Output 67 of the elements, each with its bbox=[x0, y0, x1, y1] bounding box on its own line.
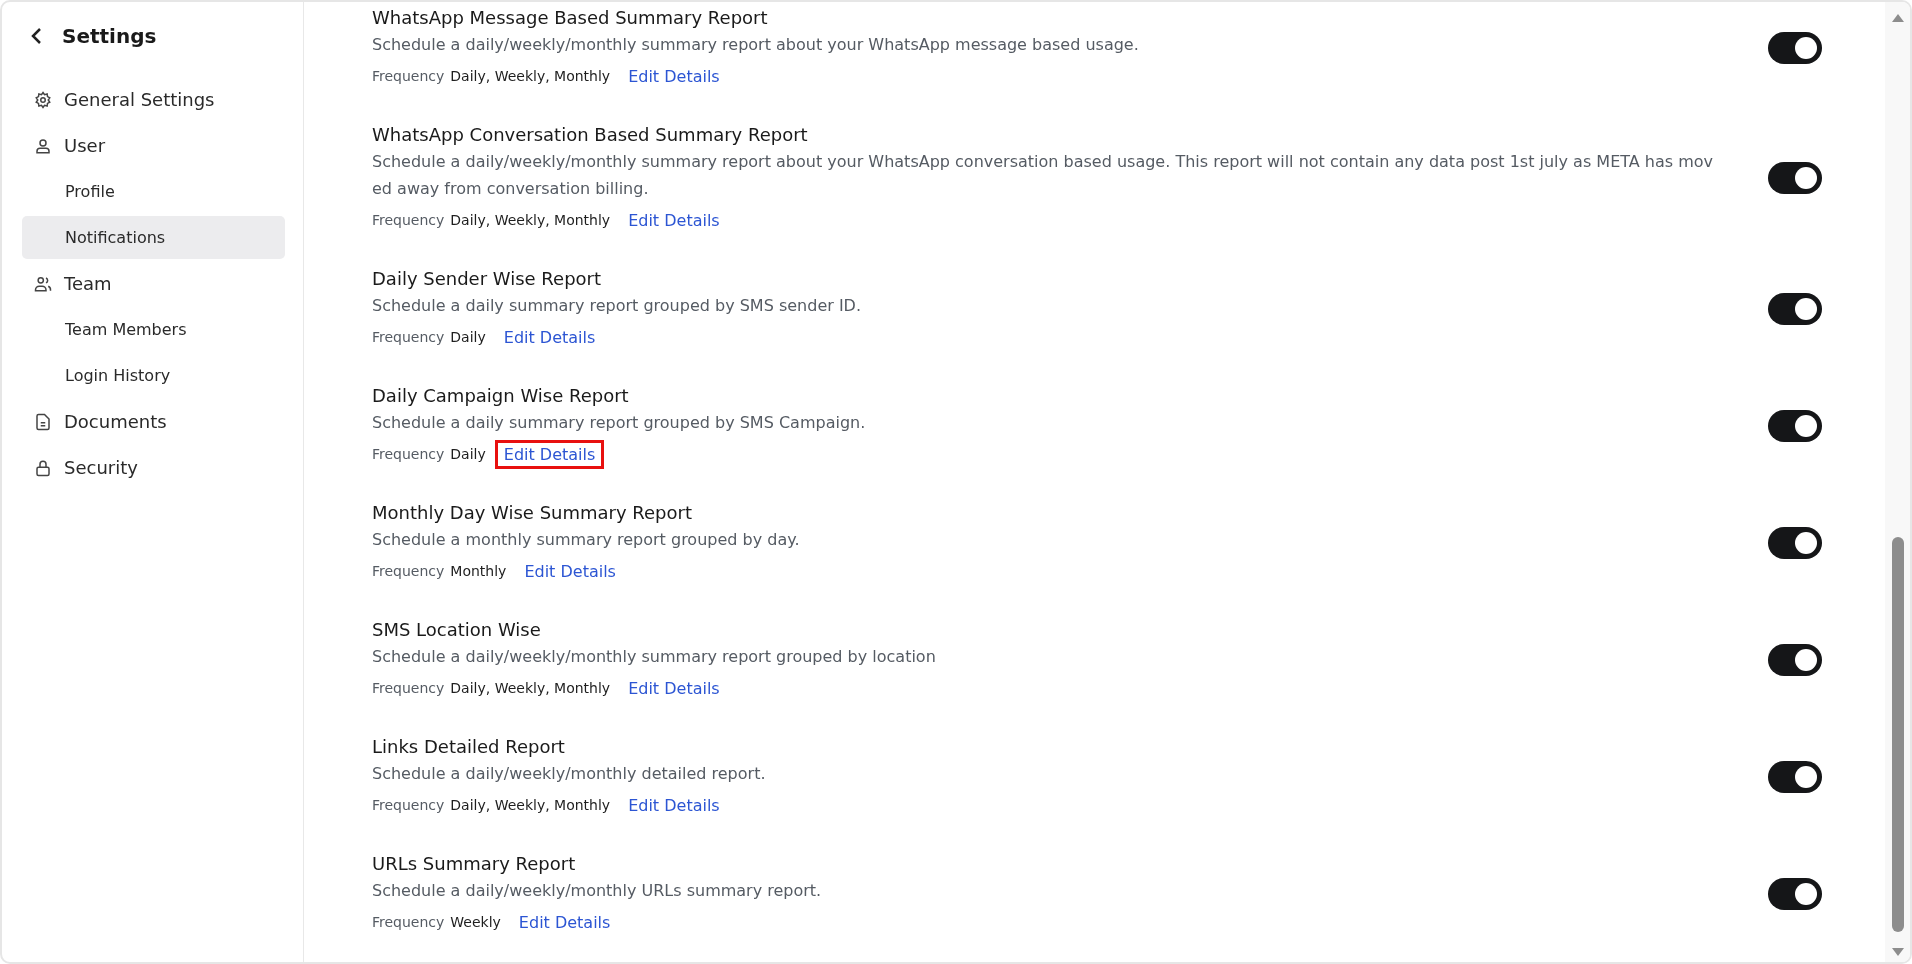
scrollbar-thumb[interactable] bbox=[1891, 537, 1904, 932]
frequency-label: Frequency bbox=[372, 329, 445, 345]
report-title: URLs Summary Report bbox=[372, 852, 577, 876]
toggle-switch[interactable] bbox=[1768, 526, 1822, 559]
edit-details-link[interactable]: Edit Details bbox=[622, 676, 726, 700]
sidebar-item[interactable]: Profile bbox=[22, 170, 285, 213]
frequency-label: Frequency bbox=[372, 914, 445, 930]
toggle-switch[interactable] bbox=[1768, 292, 1822, 325]
sidebar-item[interactable]: User bbox=[22, 124, 285, 167]
edit-details-link[interactable]: Edit Details bbox=[518, 559, 622, 583]
report-title: Daily Sender Wise Report bbox=[372, 267, 603, 291]
sidebar-item[interactable]: Team bbox=[22, 262, 285, 305]
frequency-label: Frequency bbox=[372, 563, 445, 579]
report-title: WhatsApp Conversation Based Summary Report bbox=[372, 123, 809, 147]
scroll-down-icon[interactable] bbox=[1891, 948, 1904, 956]
scroll-up-icon[interactable] bbox=[1891, 14, 1904, 22]
sidebar-item[interactable]: Security bbox=[22, 446, 285, 489]
edit-details-link[interactable]: Edit Details bbox=[497, 442, 602, 466]
report-description: Schedule a daily/weekly/monthly summary report grouped by location bbox=[372, 646, 937, 668]
report-title: Monthly Day Wise Summary Report bbox=[372, 501, 693, 525]
frequency-label: Frequency bbox=[372, 797, 445, 813]
report-description: Schedule a daily summary report grouped by SMS Campaign. bbox=[372, 412, 867, 434]
frequency-value: Monthly bbox=[450, 563, 507, 579]
report-title: Daily Campaign Wise Report bbox=[372, 384, 630, 408]
frequency-value: Daily bbox=[450, 446, 486, 462]
frequency-value: Daily, Weekly, Monthly bbox=[450, 68, 611, 84]
toggle-switch[interactable] bbox=[1768, 877, 1822, 910]
frequency-value: Daily bbox=[450, 329, 486, 345]
report-description: Schedule a daily summary report grouped by SMS sender ID. bbox=[372, 295, 863, 317]
frequency-value: Daily, Weekly, Monthly bbox=[450, 680, 611, 696]
report-title: Links Detailed Report bbox=[372, 735, 566, 759]
sidebar-item[interactable]: Team Members bbox=[22, 308, 285, 351]
toggle-switch[interactable] bbox=[1768, 760, 1822, 793]
toggle-switch[interactable] bbox=[1768, 409, 1822, 442]
back-icon[interactable] bbox=[30, 27, 42, 45]
edit-details-link[interactable]: Edit Details bbox=[622, 64, 726, 88]
users-icon bbox=[34, 274, 52, 293]
report-description: Schedule a daily/weekly/monthly detailed report. bbox=[372, 763, 767, 785]
toggle-switch[interactable] bbox=[1768, 162, 1822, 194]
edit-details-link[interactable]: Edit Details bbox=[622, 793, 726, 817]
frequency-label: Frequency bbox=[372, 212, 445, 228]
report-description: Schedule a daily/weekly/monthly summary report about your WhatsApp conversation based usage. This report will not contain any data post 1st july as META has moved away from conversation billing. bbox=[372, 151, 1715, 200]
frequency-label: Frequency bbox=[372, 68, 445, 84]
frequency-label: Frequency bbox=[372, 446, 445, 462]
lock-icon bbox=[34, 458, 52, 477]
toggle-switch[interactable] bbox=[1768, 643, 1822, 676]
sidebar-item[interactable]: Documents bbox=[22, 400, 285, 443]
sidebar-item[interactable]: Notifications bbox=[22, 216, 285, 259]
toggle-switch[interactable] bbox=[1768, 31, 1822, 64]
frequency-label: Frequency bbox=[372, 680, 445, 696]
frequency-value: Daily, Weekly, Monthly bbox=[450, 212, 611, 228]
sidebar-title: Settings bbox=[62, 24, 157, 48]
edit-details-link[interactable]: Edit Details bbox=[512, 910, 617, 934]
user-icon bbox=[34, 136, 52, 155]
frequency-value: Weekly bbox=[450, 914, 501, 930]
report-title: SMS Location Wise bbox=[372, 618, 542, 642]
sidebar-item[interactable]: General Settings bbox=[22, 78, 285, 121]
edit-details-link[interactable]: Edit Details bbox=[622, 208, 726, 232]
report-description: Schedule a daily/weekly/monthly summary report about your WhatsApp message based usage. bbox=[372, 34, 1140, 56]
document-icon bbox=[34, 412, 52, 431]
sidebar-item[interactable]: Login History bbox=[22, 354, 285, 397]
report-description: Schedule a daily/weekly/monthly URLs summary report. bbox=[372, 880, 823, 902]
report-title: WhatsApp Message Based Summary Report bbox=[372, 6, 769, 30]
frequency-value: Daily, Weekly, Monthly bbox=[450, 797, 611, 813]
edit-details-link[interactable]: Edit Details bbox=[497, 325, 602, 349]
report-description: Schedule a monthly summary report grouped by day. bbox=[372, 529, 801, 551]
settings-icon bbox=[34, 90, 52, 109]
